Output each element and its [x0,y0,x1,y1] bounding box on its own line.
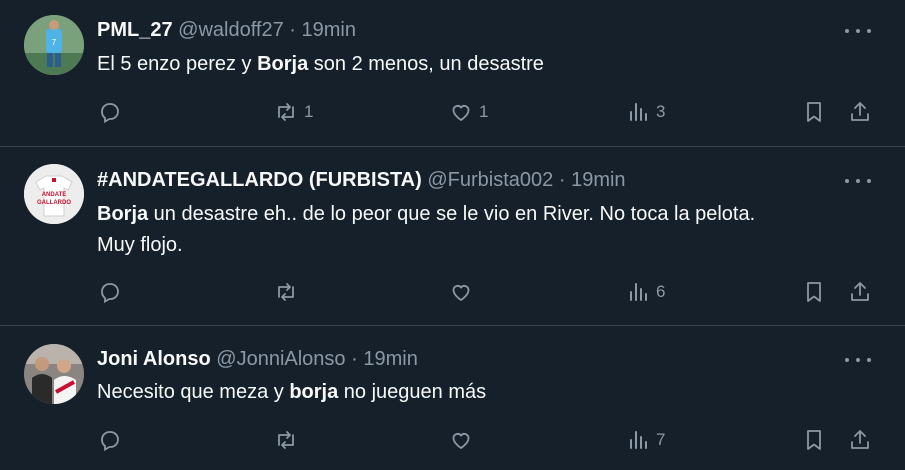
text-highlight: borja [289,381,339,403]
retweet-button[interactable] [274,277,298,307]
text-segment: no jueguen más [338,381,487,403]
views-button[interactable]: 7 [626,425,665,455]
views-count: 7 [656,430,666,449]
bookmark-icon [807,430,821,450]
views-count: 6 [656,282,666,301]
display-name[interactable]: Joni Alonso [97,348,211,370]
text-segment: Muy flojo. [97,234,183,256]
action-bar: 7 [0,425,905,455]
handle[interactable]: @waldoff27 [178,19,284,41]
tweet-header: PML_27 @waldoff27 · 19min [97,17,356,43]
tweet[interactable]: ANDATE GALLARDO #ANDATEGALLARDO (FURBIST… [0,147,905,325]
reply-icon [101,431,119,452]
like-icon [452,433,470,450]
avatar[interactable]: 7 [24,15,84,75]
share-icon [851,102,869,121]
share-button[interactable] [848,425,872,455]
like-count: 1 [479,102,489,121]
text-segment: El 5 enzo perez y [97,53,258,75]
retweet-button[interactable] [274,425,298,455]
views-button[interactable]: 3 [626,97,665,127]
retweet-count: 1 [304,102,314,121]
timestamp[interactable]: 19min [302,19,356,41]
display-name[interactable]: PML_27 [97,19,173,41]
views-icon [630,283,647,301]
tweet-header: Joni Alonso @JonniAlonso · 19min [97,346,418,372]
reply-button[interactable] [98,97,122,127]
like-button[interactable] [449,425,473,455]
bookmark-icon [807,102,821,122]
bookmark-icon [807,282,821,302]
tweet-text: Necesito que meza y borja no jueguen más [97,377,865,408]
bookmark-button[interactable] [802,425,826,455]
more-icon[interactable] [845,171,871,191]
share-button[interactable] [848,277,872,307]
reply-button[interactable] [98,425,122,455]
avatar[interactable]: ANDATE GALLARDO [24,164,84,224]
reply-button[interactable] [98,277,122,307]
avatar[interactable] [24,344,84,404]
handle[interactable]: @JonniAlonso [216,348,345,370]
handle[interactable]: @Furbista002 [427,169,553,191]
timestamp[interactable]: 19min [363,348,417,370]
views-count: 3 [656,102,666,121]
tweet[interactable]: 7 PML_27 @waldoff27 · 19min El 5 enzo pe… [0,0,905,146]
like-icon [452,105,470,122]
tweet[interactable]: Joni Alonso @JonniAlonso · 19min Necesit… [0,326,905,470]
reply-icon [101,283,119,304]
svg-text:7: 7 [52,38,57,47]
views-button[interactable]: 6 [626,277,665,307]
views-icon [630,431,647,449]
timestamp[interactable]: 19min [571,169,625,191]
text-highlight: Borja [97,203,149,225]
like-button[interactable]: 1 [449,97,488,127]
bookmark-button[interactable] [802,97,826,127]
tweet-header: #ANDATEGALLARDO (FURBISTA) @Furbista002 … [97,167,626,193]
share-icon [851,430,869,449]
more-icon[interactable] [845,21,871,41]
text-segment: un desastre eh.. de lo peor que se le vi… [148,203,756,225]
bookmark-button[interactable] [802,277,826,307]
like-button[interactable] [449,277,473,307]
retweet-button[interactable]: 1 [274,97,313,127]
retweet-icon [278,431,294,449]
separator: · [558,169,566,191]
action-bar: 1 1 3 [0,97,905,127]
text-segment: Necesito que meza y [97,381,290,403]
retweet-icon [278,103,294,121]
tweet-text: El 5 enzo perez y Borja son 2 menos, un … [97,49,865,80]
more-icon[interactable] [845,350,871,370]
action-bar: 6 [0,277,905,307]
display-name[interactable]: #ANDATEGALLARDO (FURBISTA) [97,169,422,191]
svg-text:ANDATE: ANDATE [42,192,67,198]
views-icon [630,103,647,121]
retweet-icon [278,283,294,301]
share-icon [851,282,869,301]
separator: · [351,348,358,370]
reply-icon [101,103,119,124]
text-segment: son 2 menos, un desastre [308,53,544,75]
like-icon [452,285,470,302]
share-button[interactable] [848,97,872,127]
tweet-text: Borja un desastre eh.. de lo peor que se… [97,199,865,261]
separator: · [289,19,296,41]
svg-text:GALLARDO: GALLARDO [37,200,71,206]
text-highlight: Borja [257,53,309,75]
